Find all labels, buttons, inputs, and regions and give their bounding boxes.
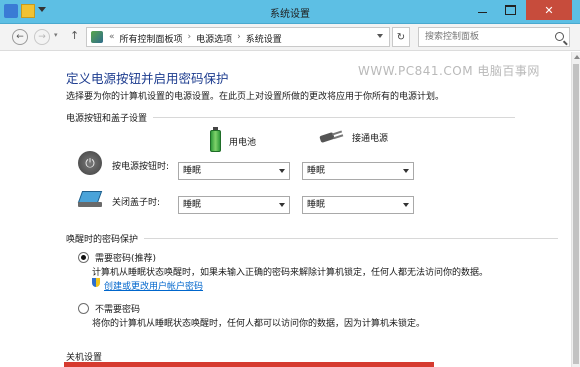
address-bar[interactable]: « 所有控制面板项 › 电源选项 › 系统设置 [86,27,390,47]
option-label[interactable]: 不需要密码 [95,302,140,315]
breadcrumb-item[interactable]: 系统设置 [246,32,282,45]
lid-close-row: 关闭盖子时: [78,187,160,211]
minimize-button[interactable] [468,0,496,20]
search-input[interactable] [419,28,549,46]
breadcrumb-overflow[interactable]: « [109,32,115,45]
scroll-up-icon[interactable] [574,55,580,59]
close-button[interactable]: ✕ [526,0,572,20]
select-value: 睡眠 [183,166,202,176]
chevron-right-icon[interactable]: › [237,32,241,45]
radio-button[interactable] [78,252,89,263]
column-header-plugged-in: 接通电源 [320,130,388,144]
breadcrumb-item[interactable]: 电源选项 [196,32,232,45]
select-value: 睡眠 [183,200,202,210]
chevron-right-icon[interactable]: › [188,32,192,45]
laptop-lid-icon [78,187,104,211]
section-heading-power-buttons: 电源按钮和盖子设置 [66,111,516,124]
recent-locations-icon[interactable]: ▾ [54,31,58,39]
lid-close-plugged-select[interactable]: 睡眠 [302,196,414,214]
select-value: 睡眠 [307,166,326,176]
navigation-bar: ← → ▾ ↑ « 所有控制面板项 › 电源选项 › 系统设置 ↻ [0,24,580,51]
divider [153,117,516,118]
power-button-icon [78,151,102,175]
row-label: 按电源按钮时: [112,162,170,172]
page-title: 定义电源按钮并启用密码保护 [66,71,229,86]
back-button[interactable]: ← [12,29,28,45]
power-button-battery-select[interactable]: 睡眠 [178,162,290,180]
section-heading-text: 电源按钮和盖子设置 [66,114,148,124]
chevron-down-icon [279,169,285,173]
maximize-button[interactable] [496,0,524,20]
divider [144,238,559,239]
option-description: 将你的计算机从睡眠状态唤醒时，任何人都可以访问你的数据，因为计算机未锁定。 [92,319,426,329]
power-button-row: 按电源按钮时: [78,151,169,175]
option-description: 计算机从睡眠状态唤醒时，如果未输入正确的密码来解除计算机锁定，任何人都无法访问你… [92,268,489,278]
refresh-button[interactable]: ↻ [392,27,410,47]
column-label: 用电池 [229,137,257,148]
battery-icon [210,127,221,152]
require-password-option[interactable]: 需要密码(推荐) [78,251,156,264]
chevron-down-icon [279,203,285,207]
watermark: WWW.PC841.COM 电脑百事网 [358,64,540,78]
chevron-down-icon [403,169,409,173]
select-value: 睡眠 [307,200,326,210]
power-plug-icon [320,130,344,144]
shield-icon [92,278,100,287]
chevron-down-icon [403,203,409,207]
forward-button[interactable]: → [34,29,50,45]
option-label[interactable]: 需要密码(推荐) [95,251,156,264]
breadcrumb-item[interactable]: 所有控制面板项 [120,32,183,45]
power-button-plugged-select[interactable]: 睡眠 [302,162,414,180]
section-heading-wake-password: 唤醒时的密码保护 [66,232,559,245]
lid-close-battery-select[interactable]: 睡眠 [178,196,290,214]
vertical-scrollbar[interactable] [571,52,580,367]
search-icon[interactable] [555,32,564,41]
section-heading-text: 唤醒时的密码保护 [66,235,139,245]
bottom-accent-bar [64,362,434,367]
chevron-down-icon[interactable] [377,34,383,38]
column-header-battery: 用电池 [210,127,257,152]
breadcrumb: « 所有控制面板项 › 电源选项 › 系统设置 [109,32,282,45]
change-password-link[interactable]: 创建或更改用户帐户密码 [104,279,203,292]
up-button[interactable]: ↑ [70,29,79,42]
column-label: 接通电源 [352,133,389,144]
page-subtitle: 选择要为你的计算机设置的电源设置。在此页上对设置所做的更改将应用于你所有的电源计… [66,92,445,102]
radio-button[interactable] [78,303,89,314]
no-password-option[interactable]: 不需要密码 [78,302,140,315]
control-panel-icon [91,31,103,43]
title-bar: 系统设置 ✕ [0,0,580,24]
scrollbar-thumb[interactable] [573,64,579,364]
search-box[interactable] [418,27,570,47]
row-label: 关闭盖子时: [112,198,161,208]
